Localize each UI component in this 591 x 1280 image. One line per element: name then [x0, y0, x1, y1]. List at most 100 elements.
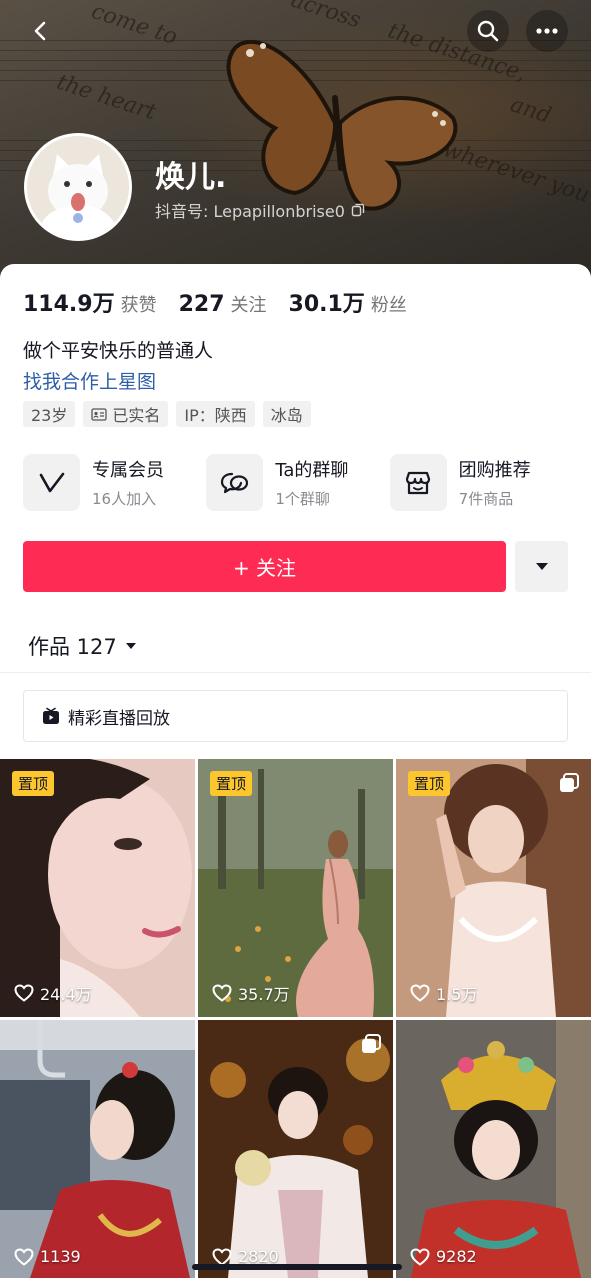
username: 焕儿.: [155, 160, 227, 195]
feature-membership[interactable]: 专属会员 16人加入: [23, 454, 206, 511]
heart-icon: [410, 984, 430, 1002]
video-tile[interactable]: 置顶 35.7万: [198, 759, 393, 1017]
feature-group-buy[interactable]: 团购推荐 7件商品: [389, 454, 573, 511]
feature-icon-box: [23, 454, 80, 511]
banner-script: the heart: [53, 69, 160, 126]
douyin-id: 抖音号: Lepapillonbrise0: [155, 198, 365, 222]
like-count-text: 24.4万: [40, 985, 92, 1004]
butterfly-image: [226, 39, 458, 211]
video-thumbnail: [198, 759, 393, 1017]
tag-label: IP：陕西: [184, 406, 247, 425]
tag-ip: IP：陕西: [176, 401, 255, 427]
live-replay-label: 精彩直播回放: [68, 708, 170, 729]
feature-title: Ta的群聊: [275, 460, 349, 481]
feature-subtitle: 16人加入: [92, 490, 157, 508]
video-thumbnail: [396, 759, 591, 1017]
like-count-text: 35.7万: [238, 985, 290, 1004]
stat-label: 粉丝: [370, 295, 407, 316]
divider: [0, 672, 591, 673]
follow-button[interactable]: + 关注: [23, 541, 506, 592]
video-thumbnail: [198, 1020, 393, 1278]
follow-label: + 关注: [232, 556, 297, 580]
multi-image-icon: [560, 773, 579, 792]
heart-icon: [410, 1247, 430, 1266]
feature-icon-box: [206, 454, 264, 511]
tab-works[interactable]: 作品 127: [28, 631, 137, 661]
video-tile[interactable]: 2820: [198, 1020, 393, 1278]
bio-text: 做个平安快乐的普通人: [23, 340, 214, 362]
feature-icon-box: [389, 454, 447, 511]
chat-bubbles-icon: [220, 472, 248, 493]
like-count: 24.4万: [14, 981, 92, 1005]
chevron-left-icon: [34, 21, 46, 41]
banner-script: and: [507, 92, 555, 129]
shop-icon: [406, 471, 431, 494]
video-thumbnail: [396, 1020, 591, 1278]
search-button[interactable]: [467, 10, 509, 52]
feature-title: 团购推荐: [458, 460, 531, 481]
tag-age: 23岁: [23, 401, 76, 427]
feature-subtitle: 1个群聊: [275, 490, 330, 508]
heart-icon: [212, 1247, 232, 1266]
video-tile[interactable]: 1139: [0, 1020, 195, 1278]
like-count-text: 1.5万: [436, 985, 478, 1004]
stat-likes[interactable]: 114.9万 获赞: [23, 286, 157, 318]
caret-down-icon: [125, 643, 136, 649]
tag-verified[interactable]: 已实名: [83, 401, 169, 427]
feature-subtitle: 7件商品: [458, 490, 514, 508]
tag-location[interactable]: 冰岛: [262, 401, 311, 427]
stat-number: 227: [178, 292, 225, 317]
stat-number: 30.1万: [288, 292, 365, 317]
multi-image-icon: [362, 1034, 381, 1053]
tag-label: 23岁: [31, 406, 68, 425]
live-replay-bar[interactable]: 精彩直播回放: [23, 690, 568, 742]
more-button[interactable]: [526, 10, 568, 52]
avatar[interactable]: [24, 133, 132, 241]
banner-script: come to: [88, 0, 181, 51]
like-count-text: 9282: [436, 1247, 477, 1266]
pinned-badge: 置顶: [12, 771, 55, 796]
heart-icon: [14, 984, 34, 1002]
video-tile[interactable]: 置顶 1.5万: [396, 759, 591, 1017]
caret-down-icon: [535, 563, 548, 570]
video-thumbnail: [0, 1020, 195, 1278]
copy-icon[interactable]: [351, 203, 365, 217]
tv-play-icon: [43, 707, 59, 724]
profile-banner: come to the heart across the distance, a…: [0, 0, 591, 290]
feature-group-chat[interactable]: Ta的群聊 1个群聊: [206, 454, 389, 511]
recommend-dropdown-button[interactable]: [515, 541, 568, 592]
stats-row: 114.9万 获赞 227 关注 30.1万 粉丝: [23, 286, 407, 318]
pinned-badge: 置顶: [210, 771, 253, 796]
heart-icon: [212, 984, 232, 1002]
douyin-id-text: 抖音号: Lepapillonbrise0: [155, 202, 345, 221]
video-tile[interactable]: 9282: [396, 1020, 591, 1278]
like-count: 35.7万: [212, 981, 290, 1005]
heart-icon: [14, 1247, 34, 1266]
v-badge-icon: [39, 472, 64, 492]
stat-label: 关注: [230, 295, 267, 316]
tag-label: 冰岛: [270, 406, 303, 425]
pinned-badge: 置顶: [408, 771, 451, 796]
works-tab-label: 作品 127: [28, 635, 117, 659]
stat-label: 获赞: [120, 295, 157, 316]
like-count: 9282: [410, 1247, 477, 1266]
cooperation-link[interactable]: 找我合作上星图: [23, 367, 156, 394]
cat-avatar-image: [27, 136, 129, 238]
profile-panel: 114.9万 获赞 227 关注 30.1万 粉丝 做个平安快乐的普通人 找我合…: [0, 264, 591, 1280]
profile-tags: 23岁 已实名 IP：陕西 冰岛: [23, 401, 311, 427]
tag-label: 已实名: [112, 406, 161, 425]
id-card-icon: [91, 407, 108, 421]
stat-followers[interactable]: 30.1万 粉丝: [289, 286, 407, 318]
back-button[interactable]: [20, 10, 62, 52]
video-tile[interactable]: 置顶 24.4万: [0, 759, 195, 1017]
like-count-text: 1139: [40, 1247, 81, 1266]
stat-following[interactable]: 227 关注: [179, 291, 267, 317]
home-indicator: [192, 1264, 402, 1270]
video-grid: 置顶 24.4万 置顶 35.7万 置顶 1.5万 1139 2820 9282: [0, 759, 591, 1278]
video-thumbnail: [0, 759, 195, 1017]
more-dots-icon: [536, 28, 558, 34]
feature-row: 专属会员 16人加入 Ta的群聊 1个群聊 团购推荐 7件商品: [23, 454, 573, 511]
stat-number: 114.9万: [23, 292, 115, 317]
feature-title: 专属会员: [92, 460, 164, 481]
like-count: 1.5万: [410, 981, 477, 1005]
